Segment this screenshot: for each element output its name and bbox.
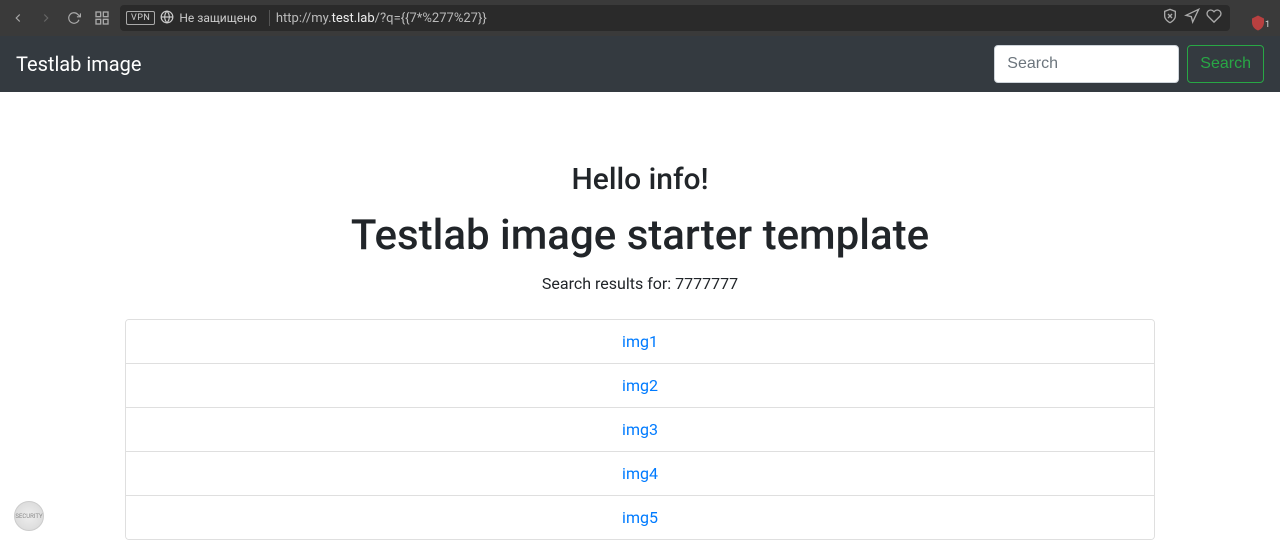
divider: [269, 10, 270, 26]
corner-seal-icon: SECURITY: [14, 501, 44, 531]
browser-toolbar: VPN Не защищено http://my.test.lab/?q={{…: [0, 0, 1280, 36]
heart-icon[interactable]: [1206, 8, 1222, 28]
brand-title[interactable]: Testlab image: [16, 52, 142, 76]
main-content: Hello info! Testlab image starter templa…: [0, 92, 1280, 560]
list-item[interactable]: img1: [126, 320, 1154, 364]
speed-dial-icon[interactable]: [92, 8, 112, 28]
results-value: 7777777: [675, 274, 738, 293]
security-indicator[interactable]: VPN Не защищено: [120, 10, 263, 27]
url-domain: test.lab: [332, 11, 375, 26]
notification-badge: 1: [1265, 20, 1270, 30]
easy-setup-icon[interactable]: 1: [1244, 4, 1272, 32]
shield-block-icon[interactable]: [1162, 8, 1178, 28]
search-results-label: Search results for: 7777777: [20, 274, 1260, 293]
security-text: Не защищено: [179, 11, 257, 25]
url-path: /?q={{7*%277%27}}: [375, 11, 487, 26]
app-navbar: Testlab image Search: [0, 36, 1280, 92]
list-item[interactable]: img4: [126, 452, 1154, 496]
hello-heading: Hello info!: [20, 162, 1260, 197]
results-label-text: Search results for:: [542, 274, 675, 293]
url-display[interactable]: http://my.test.lab/?q={{7*%277%27}}: [276, 11, 1160, 26]
page-title: Testlab image starter template: [20, 211, 1260, 260]
list-item[interactable]: img2: [126, 364, 1154, 408]
url-prefix: http://my.: [276, 11, 332, 26]
vpn-badge[interactable]: VPN: [126, 11, 155, 25]
search-input[interactable]: [994, 45, 1179, 83]
forward-button[interactable]: [36, 8, 56, 28]
globe-icon: [160, 10, 174, 27]
list-item[interactable]: img3: [126, 408, 1154, 452]
reload-button[interactable]: [64, 8, 84, 28]
search-form: Search: [994, 45, 1264, 83]
send-icon[interactable]: [1184, 8, 1200, 28]
back-button[interactable]: [8, 8, 28, 28]
results-list: img1 img2 img3 img4 img5: [125, 319, 1155, 540]
search-button[interactable]: Search: [1187, 45, 1264, 83]
list-item[interactable]: img5: [126, 496, 1154, 539]
address-bar[interactable]: VPN Не защищено http://my.test.lab/?q={{…: [120, 5, 1230, 31]
